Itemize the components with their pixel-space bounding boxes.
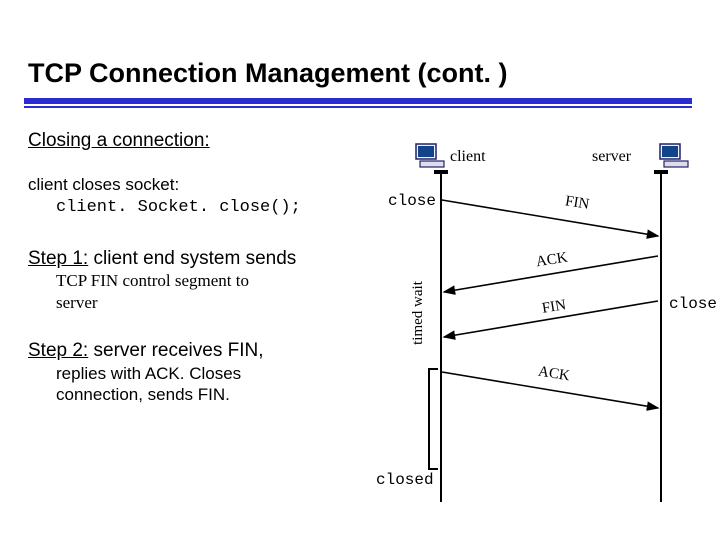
left-column: Closing a connection: client closes sock…: [28, 130, 358, 405]
msg-fin-1: FIN: [564, 193, 591, 214]
slide-title: TCP Connection Management (cont. ): [28, 58, 700, 89]
client-closes-text: client closes socket: client. Socket. cl…: [28, 174, 358, 219]
title-underline-thin: [24, 106, 692, 108]
message-arrows: [370, 136, 710, 516]
step-1-heading: Step 1: client end system sends: [28, 248, 296, 269]
step-2-body-a: replies with ACK. Closes: [56, 364, 241, 383]
step-2-heading: Step 2: server receives FIN,: [28, 340, 263, 361]
step-1-label: Step 1:: [28, 248, 88, 269]
step-2-label: Step 2:: [28, 340, 88, 361]
step-1-tail: client end system sends: [88, 248, 296, 269]
client-closes-line: client closes socket:: [28, 175, 179, 194]
step-2-body-b: connection, sends FIN.: [56, 385, 230, 404]
sequence-diagram: client server close close closed timed w…: [370, 136, 710, 516]
step-1-body-b: server: [56, 293, 98, 312]
client-closes-code: client. Socket. close();: [56, 198, 301, 217]
step-2-tail: server receives FIN,: [88, 340, 263, 361]
title-underline-thick: [24, 98, 692, 104]
closing-heading: Closing a connection:: [28, 130, 358, 152]
step-1-body-a: TCP FIN control segment to: [56, 271, 249, 290]
slide: TCP Connection Management (cont. ) Closi…: [0, 0, 720, 540]
step-1: Step 1: client end system sends TCP FIN …: [28, 247, 358, 313]
step-2: Step 2: server receives FIN, replies wit…: [28, 339, 358, 405]
